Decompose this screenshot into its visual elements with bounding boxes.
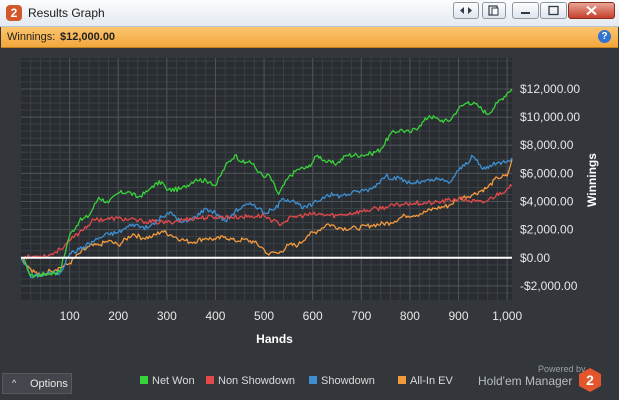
window-title: Results Graph xyxy=(28,6,105,20)
left-right-arrows-icon xyxy=(460,7,472,14)
legend-swatch xyxy=(140,376,148,384)
legend-item[interactable]: Net Won xyxy=(140,375,195,387)
y-axis-title: Winnings xyxy=(585,153,599,207)
x-tick-label: 100 xyxy=(60,309,80,323)
window-titlebar: 2 Results Graph xyxy=(0,0,619,27)
legend-swatch xyxy=(206,376,214,384)
legend-label: Showdown xyxy=(321,375,375,387)
winnings-value: $12,000.00 xyxy=(60,31,116,43)
legend-item[interactable]: Showdown xyxy=(309,375,375,387)
x-tick-label: 500 xyxy=(254,309,274,323)
legend-label: Net Won xyxy=(152,375,195,387)
legend-swatch xyxy=(309,376,317,384)
copy-icon xyxy=(488,5,499,16)
legend-swatch xyxy=(398,376,406,384)
navigate-button[interactable] xyxy=(453,2,479,19)
close-icon xyxy=(586,5,597,16)
legend-label: All-In EV xyxy=(410,375,453,387)
brand-logo-text: 2 xyxy=(586,372,594,388)
minimize-button[interactable] xyxy=(512,2,539,19)
y-tick-label: $0.00 xyxy=(520,251,550,265)
x-tick-label: 900 xyxy=(449,309,469,323)
y-tick-label: $6,000.00 xyxy=(520,166,574,180)
legend-item[interactable]: All-In EV xyxy=(398,375,453,387)
legend-item[interactable]: Non Showdown xyxy=(206,375,295,387)
x-tick-label: 800 xyxy=(400,309,420,323)
results-chart: 100 200 300 400 500 600 700 800 900 1,000 -$2,000.… xyxy=(20,58,599,346)
options-button[interactable]: ^ Options xyxy=(2,373,72,394)
copy-button[interactable] xyxy=(482,2,506,19)
y-tick-label: $8,000.00 xyxy=(520,138,574,152)
holdem-manager-logo: 2 xyxy=(579,368,601,392)
x-axis-title: Hands xyxy=(256,332,293,346)
brand-name: Hold'em Manager xyxy=(478,374,573,388)
maximize-button[interactable] xyxy=(540,2,567,19)
y-tick-label: $10,000.00 xyxy=(520,110,580,124)
winnings-bar: Winnings: $12,000.00 ? xyxy=(1,27,618,48)
y-tick-label: $12,000.00 xyxy=(520,82,580,96)
x-tick-label: 200 xyxy=(108,309,128,323)
x-tick-label: 700 xyxy=(351,309,371,323)
help-icon[interactable]: ? xyxy=(598,30,611,43)
x-tick-label: 600 xyxy=(303,309,323,323)
y-tick-label: $4,000.00 xyxy=(520,195,574,209)
maximize-icon xyxy=(548,5,559,16)
close-button[interactable] xyxy=(568,2,615,19)
x-tick-label: 400 xyxy=(205,309,225,323)
options-label: Options xyxy=(30,378,68,390)
winnings-label: Winnings: xyxy=(7,31,56,43)
app-logo-icon: 2 xyxy=(6,5,22,21)
y-tick-label: $2,000.00 xyxy=(520,223,574,237)
y-tick-label: -$2,000.00 xyxy=(520,279,578,293)
x-tick-label: 300 xyxy=(157,309,177,323)
chevron-up-icon: ^ xyxy=(12,378,17,388)
legend-label: Non Showdown xyxy=(218,375,296,387)
x-tick-label: 1,000 xyxy=(492,309,522,323)
minimize-icon xyxy=(521,12,530,14)
